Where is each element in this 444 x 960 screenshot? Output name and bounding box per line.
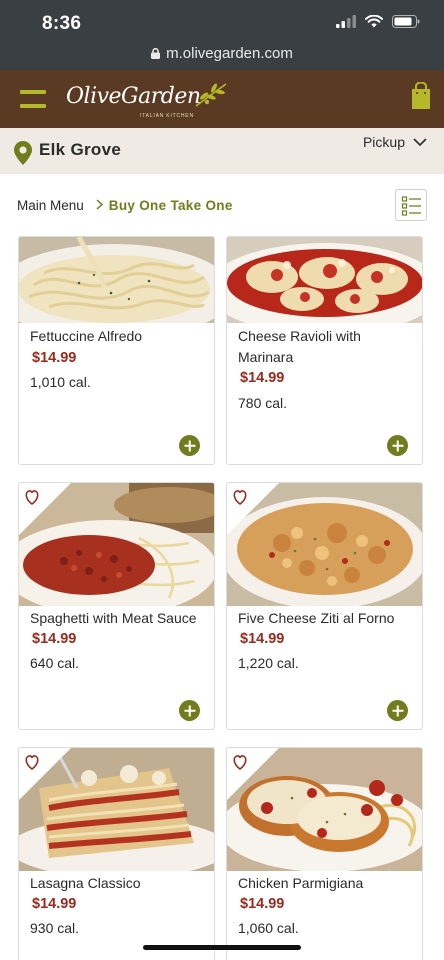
status-time: 8:36 (42, 13, 82, 34)
olive-garden-logo[interactable]: OliveGarden ITALIAN KITCHEN (66, 80, 236, 122)
menu-card[interactable]: Five Cheese Ziti al Forno $14.99 1,220 c… (226, 482, 423, 730)
dish-image (19, 237, 214, 323)
address-bar[interactable]: m.olivegarden.com (0, 45, 444, 62)
dish-calories: 1,060 cal. (238, 920, 299, 936)
dish-price: $14.99 (32, 896, 77, 912)
dish-name: Spaghetti with Meat Sauce (30, 610, 197, 626)
chevron-right-icon (96, 198, 103, 213)
add-to-order-button[interactable] (179, 435, 200, 456)
battery-icon (392, 15, 420, 28)
dish-price: $14.99 (32, 350, 77, 366)
url-text: m.olivegarden.com (166, 45, 293, 62)
shopping-bag-icon[interactable] (411, 82, 431, 110)
favorite-button[interactable] (227, 483, 279, 535)
add-to-order-button[interactable] (387, 700, 408, 721)
dish-price: $14.99 (240, 896, 285, 912)
map-pin-icon (14, 141, 32, 165)
dish-price: $14.99 (240, 370, 285, 386)
dish-calories: 1,220 cal. (238, 655, 299, 671)
dish-name: Chicken Parmigiana (238, 875, 364, 891)
logo-subtitle: ITALIAN KITCHEN (140, 113, 194, 119)
dish-calories: 1,010 cal. (30, 374, 91, 390)
dish-calories: 930 cal. (30, 920, 80, 936)
wifi-icon (365, 15, 383, 28)
dish-price: $14.99 (240, 631, 285, 647)
breadcrumb: Main Menu Buy One Take One (17, 198, 233, 213)
favorite-button[interactable] (19, 748, 71, 800)
favorite-button[interactable] (19, 483, 71, 535)
dish-name: Five Cheese Ziti al Forno (238, 610, 395, 626)
site-header: OliveGarden ITALIAN KITCHEN (0, 70, 444, 128)
home-indicator[interactable] (143, 945, 301, 950)
favorite-button[interactable] (227, 748, 279, 800)
add-to-order-button[interactable] (179, 700, 200, 721)
list-view-toggle[interactable] (395, 189, 427, 221)
menu-card[interactable]: Fettuccine Alfredo $14.99 1,010 cal. (18, 236, 215, 465)
menu-card[interactable]: Spaghetti with Meat Sauce $14.99 640 cal… (18, 482, 215, 730)
breadcrumb-main-menu[interactable]: Main Menu (17, 198, 84, 213)
logo-wordmark: OliveGarden (66, 84, 201, 109)
location-bar[interactable]: Elk Grove Pickup (0, 128, 444, 174)
browser-chrome: 8:36 m.olivegarden.com (0, 0, 444, 70)
chevron-down-icon (413, 137, 427, 146)
menu-card[interactable]: Cheese Ravioli with Marinara $14.99 780 … (226, 236, 423, 465)
dish-calories: 640 cal. (30, 655, 80, 671)
list-view-icon (401, 196, 421, 216)
status-icons (336, 15, 420, 28)
order-mode-dropdown[interactable]: Pickup (363, 134, 427, 150)
dish-name: Lasagna Classico (30, 875, 141, 891)
menu-card[interactable]: Chicken Parmigiana $14.99 1,060 cal. (226, 747, 423, 960)
hamburger-icon[interactable] (20, 90, 46, 108)
add-to-order-button[interactable] (387, 435, 408, 456)
dish-image (227, 237, 422, 323)
order-mode-label: Pickup (362, 134, 405, 150)
menu-card[interactable]: Lasagna Classico $14.99 930 cal. (18, 747, 215, 960)
lock-icon (151, 48, 161, 59)
dish-name: Cheese Ravioli with Marinara (238, 328, 361, 365)
dish-price: $14.99 (32, 631, 77, 647)
dish-calories: 780 cal. (238, 395, 288, 411)
olive-branch-icon (195, 83, 227, 107)
breadcrumb-current: Buy One Take One (108, 198, 233, 213)
signal-icon (336, 15, 356, 28)
dish-name: Fettuccine Alfredo (30, 328, 143, 344)
location-name: Elk Grove (39, 140, 122, 159)
